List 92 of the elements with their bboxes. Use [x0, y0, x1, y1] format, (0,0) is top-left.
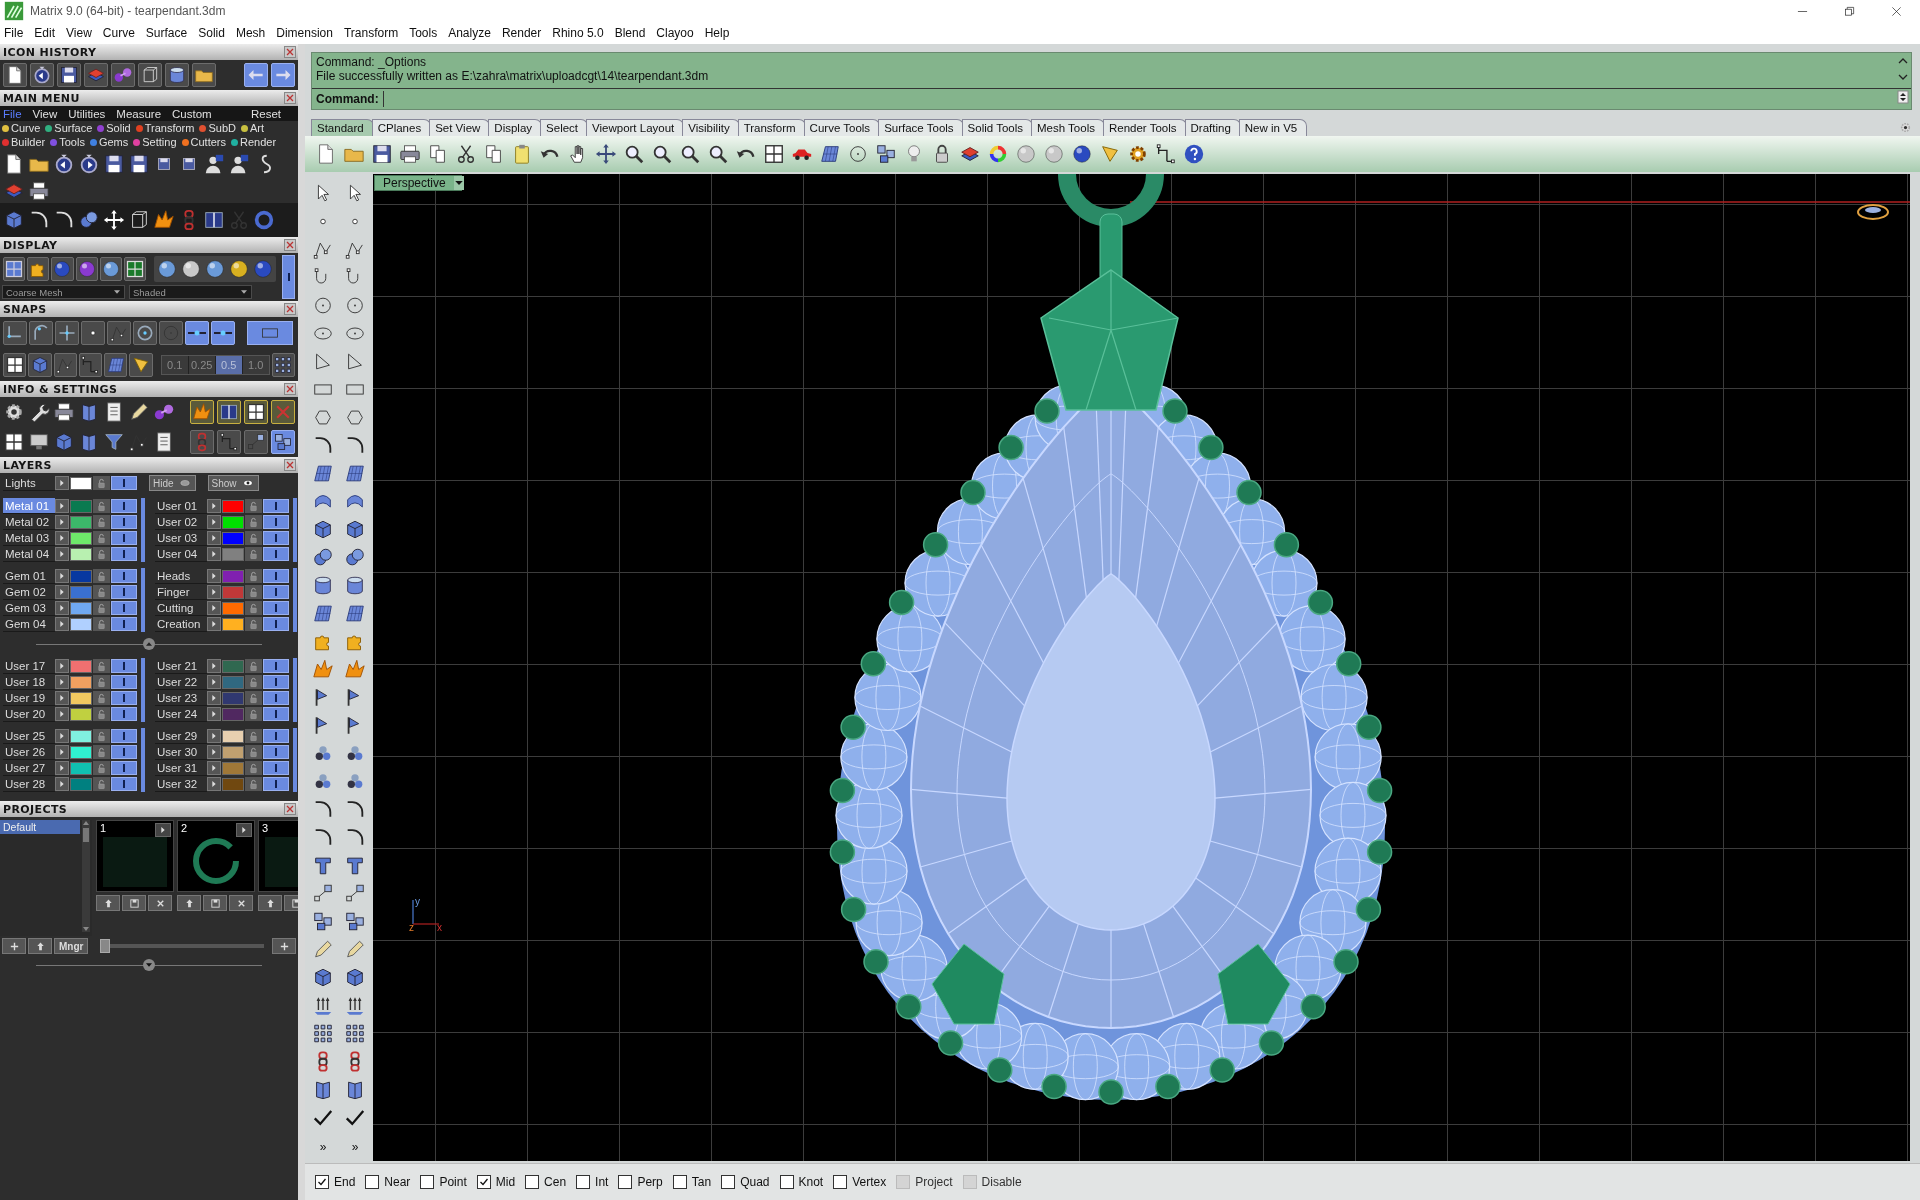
checkbox-label: Near	[384, 1175, 411, 1189]
menu-item[interactable]: Analyze	[448, 26, 491, 40]
checkbox-label: Disable	[981, 1175, 1022, 1189]
toolbar-tab[interactable]: Display	[488, 119, 543, 136]
menu-item[interactable]: Rhino 5.0	[552, 26, 604, 40]
menu-item[interactable]: File	[3, 107, 22, 120]
command-history-line: Command: _Options	[316, 55, 428, 69]
hide-button[interactable]: Hide	[149, 475, 196, 491]
toolbar-tab[interactable]: Surface Tools	[878, 119, 964, 136]
more-tools-button[interactable]: »	[319, 1140, 327, 1154]
panel-title: INFO & SETTINGS	[3, 382, 118, 396]
checkbox-label: Int	[595, 1175, 609, 1189]
viewport-label[interactable]: Perspective	[374, 175, 462, 191]
menu-category[interactable]: Gems	[89, 136, 129, 148]
menu-item[interactable]: Custom	[172, 107, 212, 120]
menu-item[interactable]: Tools	[409, 26, 438, 40]
menu-item[interactable]: View	[32, 107, 58, 120]
toolbar-tab[interactable]: Transform	[737, 119, 806, 136]
menu-item[interactable]: File	[4, 26, 24, 40]
project-thumbnail[interactable]: 2	[177, 820, 255, 892]
toolbar-tab[interactable]: Select	[540, 119, 589, 136]
checkbox-label: Point	[439, 1175, 467, 1189]
toolbar-tab[interactable]: Viewport Layout	[586, 119, 685, 136]
menu-item[interactable]: Edit	[34, 26, 56, 40]
toolbar-tab[interactable]: CPlanes	[371, 119, 432, 136]
toolbar-tab[interactable]: Mesh Tools	[1031, 119, 1105, 136]
checkbox-label: Quad	[740, 1175, 770, 1189]
checkbox-label: Tan	[691, 1175, 712, 1189]
toolbar-tab[interactable]: New in V5	[1238, 119, 1308, 136]
toolbar-tab[interactable]: Set View	[429, 119, 491, 136]
menu-category[interactable]: Builder	[2, 136, 46, 148]
more-tools-button[interactable]: »	[351, 1140, 359, 1154]
command-history-line: File successfully written as E:\zahra\matrix\uploadcgt\14\tearpendant.3dm	[316, 69, 710, 83]
menu-item[interactable]: Help	[704, 26, 730, 40]
axis-label: x	[437, 922, 442, 933]
axis-label: z	[409, 922, 414, 933]
mesh-dropdown[interactable]: Coarse Mesh	[2, 285, 125, 299]
checkbox-label: Project	[915, 1175, 953, 1189]
manager-button[interactable]: Mngr	[54, 938, 89, 954]
project-thumbnail[interactable]: 1	[96, 820, 174, 892]
project-item[interactable]: Default	[0, 820, 80, 834]
menu-item[interactable]: Reset	[250, 107, 281, 120]
menu-item[interactable]: View	[66, 26, 92, 40]
menu-category[interactable]: Tools	[50, 136, 85, 148]
menu-item[interactable]: Curve	[102, 26, 135, 40]
panel-title: MAIN MENU	[3, 91, 80, 105]
panel-title: SNAPS	[3, 302, 47, 316]
menu-item[interactable]: Solid	[198, 26, 225, 40]
panel-title: PROJECTS	[3, 802, 68, 816]
checkbox-label: Mid	[495, 1175, 516, 1189]
menu-category[interactable]: Transform	[135, 122, 195, 134]
panel-title: DISPLAY	[3, 238, 58, 252]
panel-title: ICON HISTORY	[3, 45, 97, 59]
checkbox-label: Cen	[544, 1175, 567, 1189]
thumbnail-number: 3	[262, 822, 269, 834]
viewport[interactable]: Perspective y z x	[373, 174, 1910, 1161]
menu-item[interactable]: Blend	[614, 26, 646, 40]
toolbar-tab[interactable]: Visibility	[682, 119, 740, 136]
menu-category[interactable]: Cutters	[181, 136, 226, 148]
menu-item[interactable]: Clayoo	[656, 26, 694, 40]
checkbox-label: Perp	[637, 1175, 663, 1189]
checkbox-label: Vertex	[852, 1175, 887, 1189]
toolbar-tab[interactable]: Solid Tools	[961, 119, 1033, 136]
toolbar-tab[interactable]: Standard	[311, 119, 374, 136]
menu-category[interactable]: Setting	[133, 136, 177, 148]
window-title: Matrix 9.0 (64-bit) - tearpendant.3dm	[30, 4, 226, 18]
menu-category[interactable]: SubD	[199, 122, 236, 134]
menu-category[interactable]: Surface	[45, 122, 93, 134]
toolbar-tab[interactable]: Curve Tools	[803, 119, 881, 136]
menu-item[interactable]: Transform	[343, 26, 399, 40]
menu-item[interactable]: Render	[501, 26, 542, 40]
menu-category[interactable]: Curve	[2, 122, 41, 134]
menu-item[interactable]: Dimension	[276, 26, 333, 40]
toolbar-tab[interactable]: Render Tools	[1102, 119, 1187, 136]
thumbnail-number: 2	[181, 822, 188, 834]
menu-category[interactable]: Art	[241, 122, 265, 134]
menu-category[interactable]: Solid	[97, 122, 131, 134]
menu-category[interactable]: Render	[231, 136, 277, 148]
panel-title: LAYERS	[3, 458, 52, 472]
thumbnail-number: 1	[100, 822, 107, 834]
toolbar-tab[interactable]: Drafting	[1184, 119, 1241, 136]
shading-dropdown[interactable]: Shaded	[129, 285, 252, 299]
show-button[interactable]: Show	[207, 475, 259, 491]
project-thumbnail[interactable]: 3	[258, 820, 298, 892]
checkbox-label: Knot	[798, 1175, 824, 1189]
menu-item[interactable]: Utilities	[68, 107, 106, 120]
checkbox-label: End	[334, 1175, 356, 1189]
axis-label: y	[415, 896, 420, 907]
menu-item[interactable]: Mesh	[235, 26, 266, 40]
menu-item[interactable]: Measure	[116, 107, 162, 120]
menu-item[interactable]: Surface	[145, 26, 188, 40]
command-prompt: Command:	[316, 92, 379, 106]
